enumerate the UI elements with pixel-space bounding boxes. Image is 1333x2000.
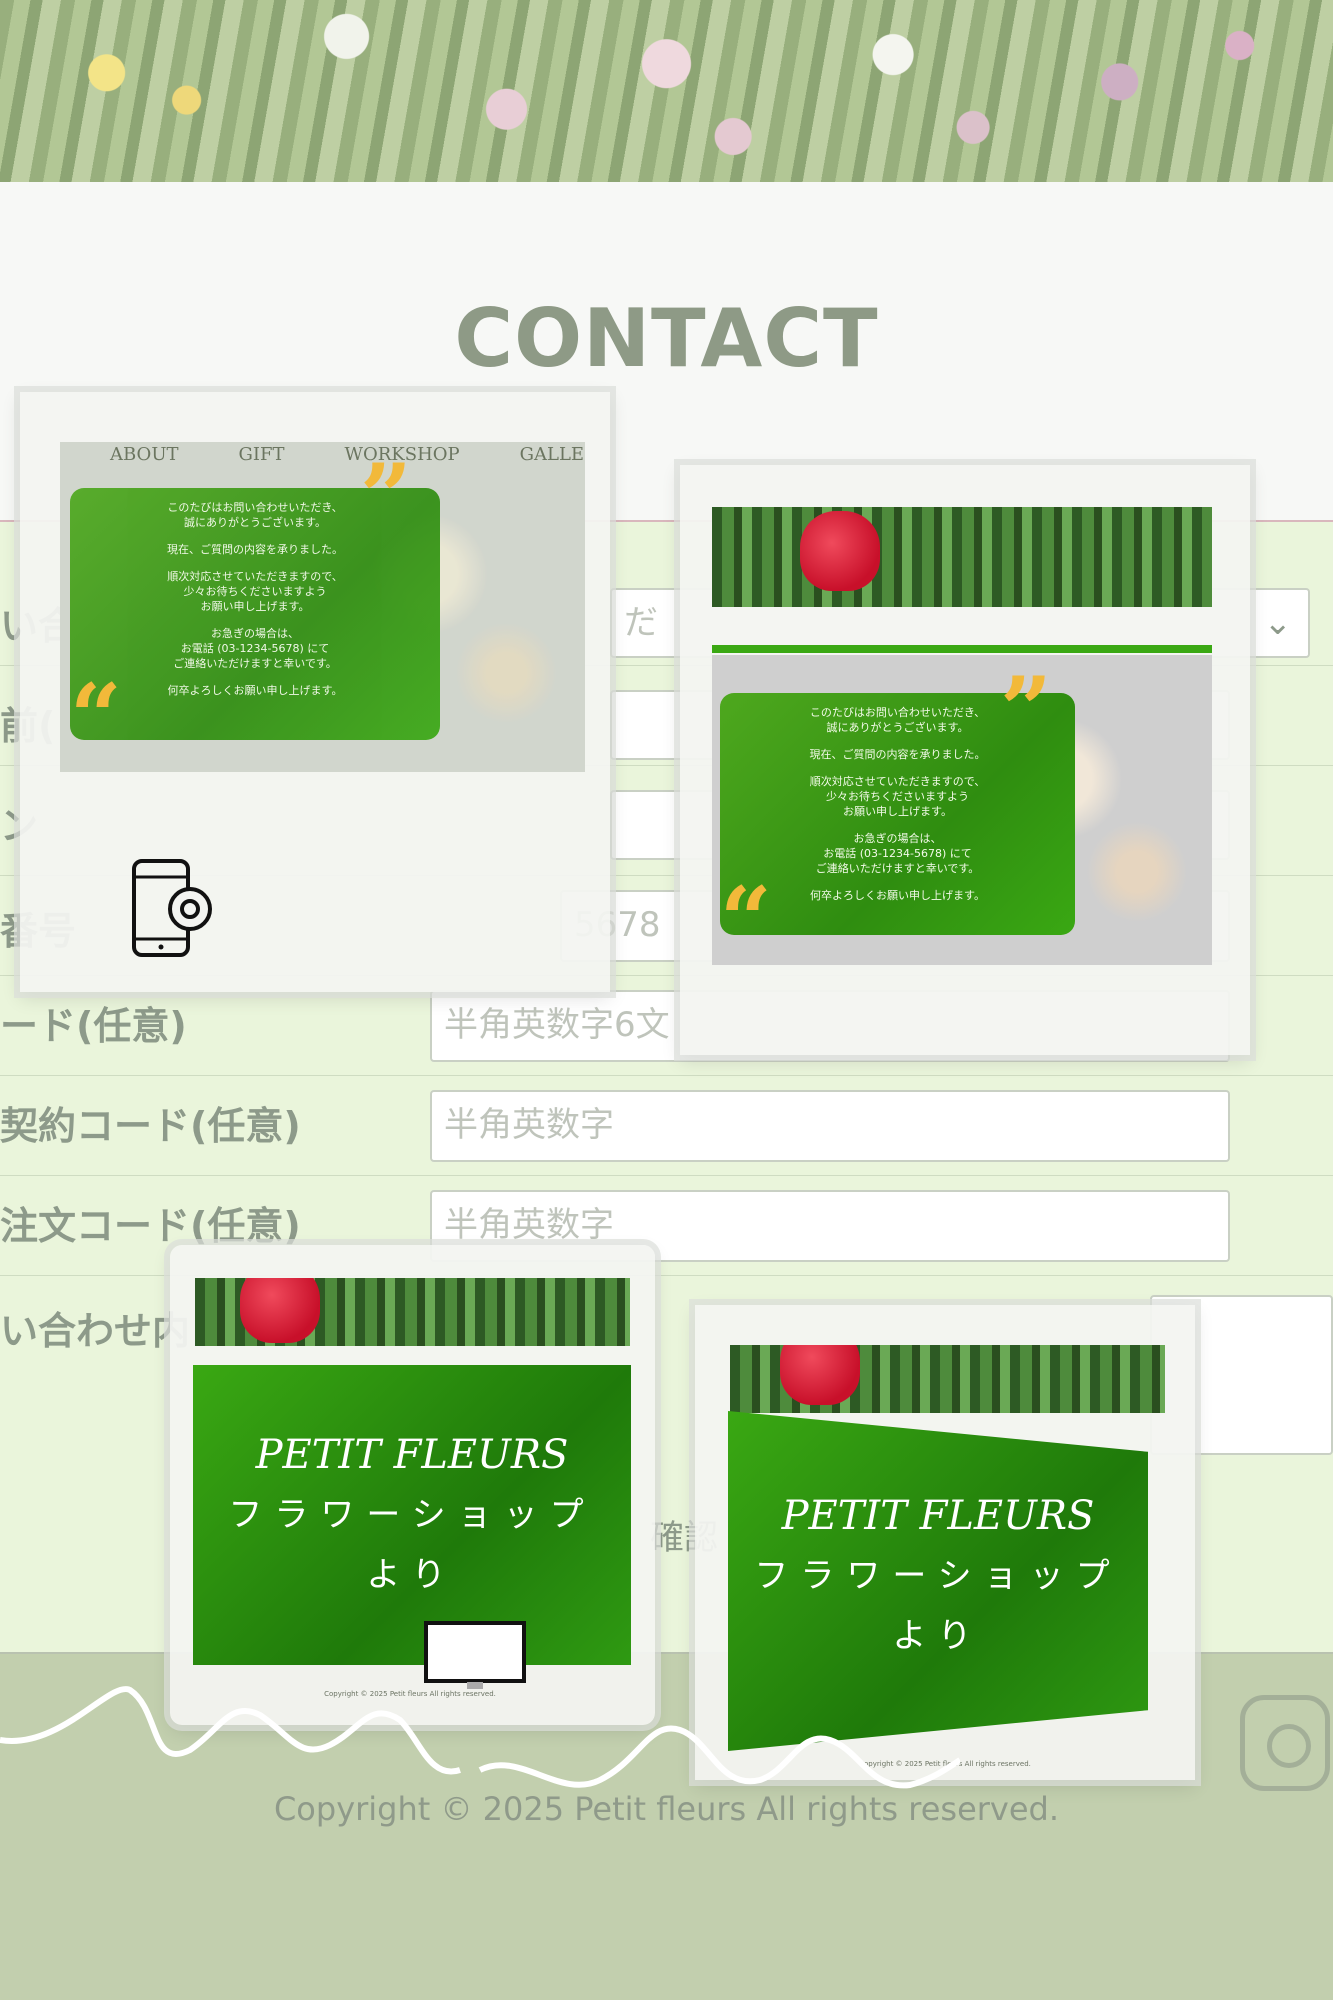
screenshot-card-1: ABOUT GIFT WORKSHOP GALLERY このたびはお問い合わせい… (20, 392, 610, 992)
shop-from: より (366, 1555, 458, 1595)
tulip (240, 1278, 320, 1343)
tulip-photo (712, 507, 1212, 607)
message-line: 順次対応させていただきますので、 (167, 570, 343, 583)
message-line: 何卒よろしくお願い申し上げます。 (810, 889, 985, 902)
field-label-code: ード(任意) (0, 1004, 187, 1048)
shop-subtitle: フラワーショップ (228, 1495, 596, 1535)
nav-item-gallery[interactable]: GALLERY (520, 444, 585, 465)
page-title: CONTACT (454, 292, 879, 385)
contract-code-field[interactable]: 半角英数字 (430, 1090, 1230, 1162)
tulip (800, 511, 880, 591)
shop-from: より (892, 1616, 984, 1656)
message-line: 順次対応させていただきますので、 (809, 775, 986, 788)
message-line: 少々お待ちくださいますよう (183, 585, 327, 598)
field-label-message: い合わせ内 (0, 1309, 191, 1353)
message-line: お急ぎの場合は、 (853, 832, 942, 845)
quote-open-icon: “ (70, 664, 122, 770)
quote-close-icon: ” (360, 444, 412, 550)
message-line: お急ぎの場合は、 (211, 627, 299, 640)
shop-name: PETIT FLEURS (781, 1493, 1095, 1539)
tulip-photo (195, 1278, 630, 1346)
screenshot-card-2: このたびはお問い合わせいただき、 誠にありがとうございます。 現在、ご質問の内容… (680, 465, 1250, 1055)
message-line: お願い申し上げます。 (200, 600, 310, 613)
shop-card: PETIT FLEURS フラワーショップ より (193, 1365, 631, 1665)
message-line: 少々お待ちくださいますよう (826, 790, 969, 803)
tulip (780, 1345, 860, 1405)
chevron-down-icon: ⌄ (1263, 603, 1293, 643)
nav-bar: ABOUT GIFT WORKSHOP GALLERY (110, 444, 585, 465)
row-divider (0, 1175, 1333, 1176)
message-line: お電話 (03-1234-5678) にて (180, 642, 330, 655)
field-label-contract-code: 契約コード(任意) (0, 1104, 301, 1148)
message-line: ご連絡いただけますと幸いです。 (173, 657, 337, 670)
screenshot-card-3: PETIT FLEURS フラワーショップ より Copyright © 202… (170, 1245, 655, 1725)
quote-close-icon: ” (1000, 657, 1052, 763)
message-line: 何卒よろしくお願い申し上げます。 (167, 684, 343, 697)
mobile-settings-icon (132, 859, 212, 957)
green-bar (712, 645, 1212, 653)
nav-item-about[interactable]: ABOUT (110, 444, 179, 465)
decorative-scribble (0, 1686, 960, 1789)
nav-item-gift[interactable]: GIFT (239, 444, 285, 465)
message-line: ご連絡いただけますと幸いです。 (815, 862, 980, 875)
shop-subtitle: フラワーショップ (754, 1556, 1122, 1596)
tulip-photo (730, 1345, 1165, 1413)
message-line: お願い申し上げます。 (843, 805, 952, 818)
card-1-screen: ABOUT GIFT WORKSHOP GALLERY このたびはお問い合わせい… (60, 442, 585, 772)
message-line: お電話 (03-1234-5678) にて (823, 847, 972, 860)
shop-name: PETIT FLEURS (255, 1432, 569, 1478)
hero-flower-photo (0, 0, 1333, 182)
row-divider (0, 1075, 1333, 1076)
field-label-order-code: 注文コード(任意) (0, 1204, 301, 1248)
quote-open-icon: “ (720, 867, 772, 973)
instagram-icon[interactable] (1240, 1695, 1330, 1791)
